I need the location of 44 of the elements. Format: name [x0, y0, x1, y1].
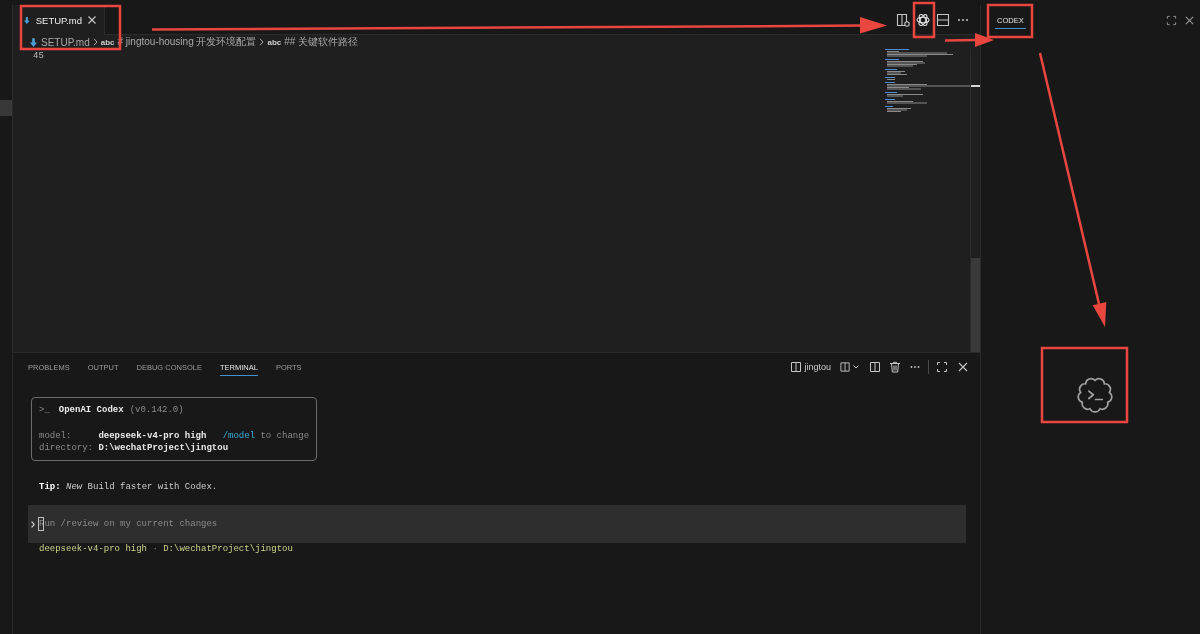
status-model: deepseek-v4-pro high	[39, 544, 148, 554]
command-hint: to change	[260, 430, 310, 442]
panel-layout-icon[interactable]	[936, 13, 950, 27]
scalloped-terminal-icon	[1077, 377, 1113, 413]
status-path: D:\wechatProject\jingtou	[163, 544, 293, 554]
split-icon[interactable]	[869, 361, 881, 373]
ruler-marker	[971, 85, 980, 87]
chevron-right-icon	[259, 38, 265, 46]
line-number: 45	[33, 50, 44, 62]
status-separator: ·	[152, 544, 158, 554]
info-value: deepseek-v4-pro high	[98, 430, 207, 442]
annotation-arrow	[944, 33, 994, 47]
breadcrumb-item[interactable]: SETUP.md	[41, 36, 90, 48]
command-text: /model	[222, 430, 256, 442]
tip-text: Tip: New Build faster with Codex.	[39, 481, 219, 493]
maximize-icon[interactable]	[1166, 14, 1177, 26]
down-arrow-icon	[24, 15, 30, 25]
knot-logo-icon[interactable]	[916, 13, 930, 27]
info-label: directory:	[39, 442, 94, 454]
highlight-frame	[986, 3, 1034, 39]
minimap[interactable]	[882, 49, 970, 113]
close-icon[interactable]	[1184, 14, 1195, 26]
scrollbar-thumb[interactable]	[971, 258, 980, 352]
chevron-down-icon[interactable]	[853, 365, 859, 369]
symbol-type-label: abc	[100, 37, 115, 47]
info-value: D:\wechatProject\jingtou	[98, 442, 229, 454]
down-arrow-icon	[30, 37, 37, 47]
chevron-right-icon	[92, 38, 98, 46]
close-icon[interactable]	[957, 361, 969, 373]
close-icon[interactable]	[88, 16, 96, 24]
version-label: (v0.142.0)	[129, 405, 184, 415]
info-label: model:	[39, 430, 73, 442]
prompt-symbol: >_	[39, 405, 50, 415]
app-title: OpenAI Codex	[58, 405, 124, 415]
editor-tab[interactable]: SETUP.md	[13, 5, 105, 35]
maximize-icon[interactable]	[936, 361, 948, 373]
terminal-name-button[interactable]: jingtou	[790, 361, 831, 373]
sidebar-highlight	[0, 100, 12, 116]
chevron-right-icon	[31, 520, 35, 528]
symbol-type-label: abc	[267, 37, 282, 47]
breadcrumb-item[interactable]: ## 关键软件路径	[284, 35, 359, 49]
highlight-frame	[912, 1, 936, 39]
split-preview-icon[interactable]	[896, 13, 910, 27]
trash-icon[interactable]	[889, 361, 901, 373]
